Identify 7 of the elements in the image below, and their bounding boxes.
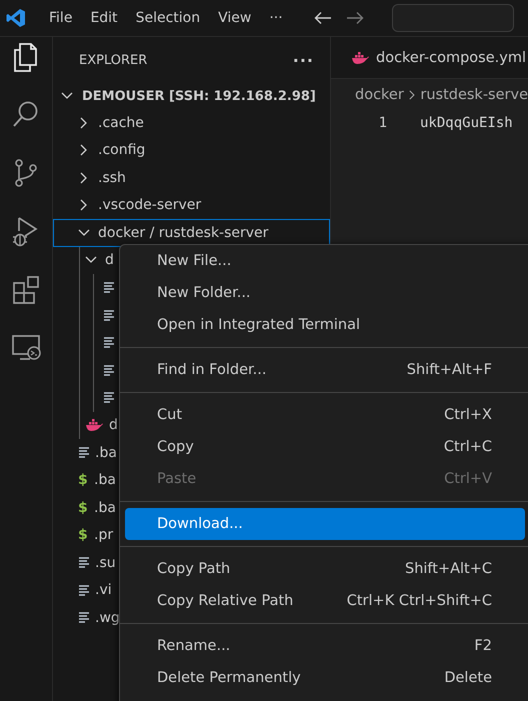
dollar-icon: $ <box>78 500 89 516</box>
panel-title: EXPLORER <box>79 52 148 68</box>
menu-item: Paste Ctrl+V <box>156 470 493 489</box>
dollar-icon: $ <box>78 527 89 544</box>
dollar-icon: $ <box>78 472 89 488</box>
code-line: ukDqqGuEIsh <box>420 115 513 131</box>
line-number: 1 <box>378 115 387 131</box>
